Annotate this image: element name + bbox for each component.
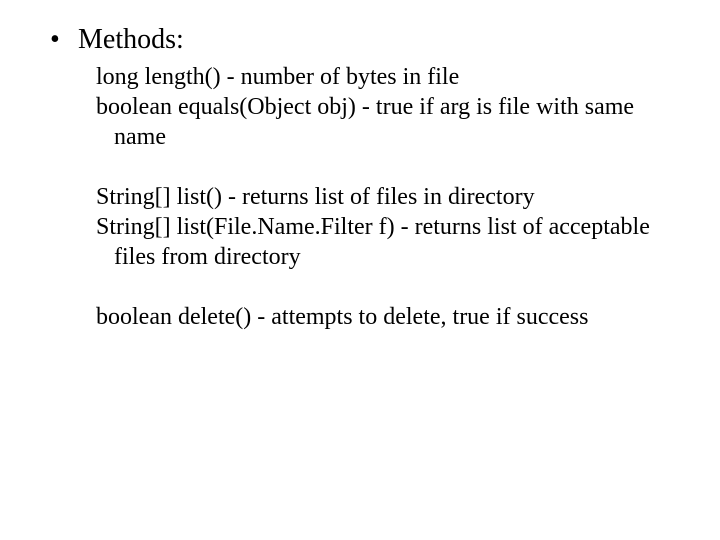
spacer [40, 272, 680, 302]
bullet-row: • Methods: [40, 24, 680, 56]
slide: • Methods: long length() - number of byt… [0, 0, 720, 540]
methods-block-2: String[] list() - returns list of files … [96, 182, 650, 272]
bullet-title: Methods: [78, 24, 184, 56]
method-list-filter: String[] list(File.Name.Filter f) - retu… [96, 212, 650, 272]
spacer [40, 152, 680, 182]
method-delete: boolean delete() - attempts to delete, t… [96, 302, 650, 332]
method-equals: boolean equals(Object obj) - true if arg… [96, 92, 650, 152]
method-list: String[] list() - returns list of files … [96, 182, 650, 212]
methods-block-1: long length() - number of bytes in file … [96, 62, 650, 152]
methods-block-3: boolean delete() - attempts to delete, t… [96, 302, 650, 332]
bullet-dot-icon: • [40, 26, 78, 54]
method-length: long length() - number of bytes in file [96, 62, 650, 92]
